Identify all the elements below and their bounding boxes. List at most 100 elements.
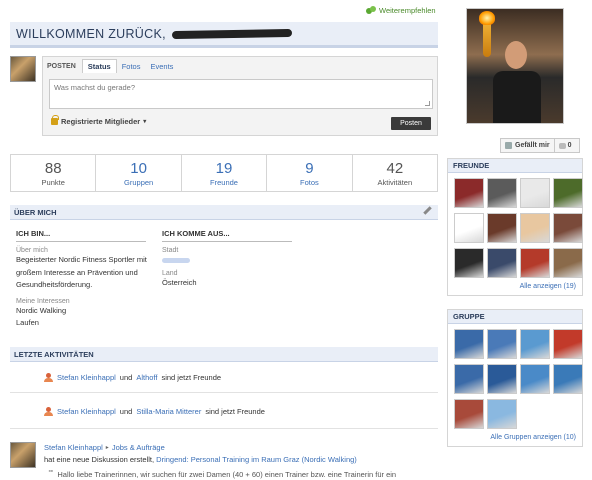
arrow-right-icon: ▸ xyxy=(105,445,109,451)
stats-bar: 88 Punkte 10 Gruppen 19 Freunde 9 Fotos … xyxy=(10,154,438,192)
stat-freunde[interactable]: 19 Freunde xyxy=(182,155,268,191)
avatar[interactable] xyxy=(10,442,36,468)
group-thumbnail[interactable] xyxy=(487,329,517,359)
groups-show-all-link[interactable]: Alle Gruppen anzeigen (10) xyxy=(448,429,582,446)
friends-show-all-link[interactable]: Alle anzeigen (19) xyxy=(448,278,582,295)
group-thumbnail[interactable] xyxy=(454,329,484,359)
about-section-header: ÜBER MICH xyxy=(10,205,438,220)
actor-link[interactable]: Stefan Kleinhappl xyxy=(57,373,116,382)
posten-label: POSTEN xyxy=(47,62,76,70)
post-button[interactable]: Posten xyxy=(391,117,431,130)
groups-panel: GRUPPE Alle Gruppen anzeigen (10) xyxy=(447,309,583,447)
friend-thumbnail[interactable] xyxy=(520,248,550,278)
quote-text: Hallo liebe Trainerinnen, wir suchen für… xyxy=(57,470,397,479)
group-thumbnail[interactable] xyxy=(454,364,484,394)
group-thumbnail[interactable] xyxy=(520,329,550,359)
friend-thumbnail[interactable] xyxy=(487,178,517,208)
friend-thumbnail[interactable] xyxy=(487,213,517,243)
group-thumbnail[interactable] xyxy=(553,329,583,359)
connector-text: und xyxy=(119,407,133,416)
groups-grid xyxy=(448,324,583,429)
stat-aktivitaeten: 42 Aktivitäten xyxy=(353,155,437,191)
stat-fotos[interactable]: 9 Fotos xyxy=(267,155,353,191)
stat-punkte: 88 Punkte xyxy=(11,155,97,191)
interest-item: Nordic Walking xyxy=(16,305,67,315)
recommend-label: Weiterempfehlen xyxy=(379,6,436,15)
friend-thumbnail[interactable] xyxy=(454,248,484,278)
country-link[interactable]: Österreich xyxy=(162,277,302,290)
tab-events[interactable]: Events xyxy=(145,60,178,73)
about-left-title: ICH BIN... xyxy=(16,229,146,242)
friend-icon xyxy=(44,373,53,382)
avatar[interactable] xyxy=(10,56,36,82)
discussion-item: Stefan Kleinhappl ▸ Jobs & Aufträge hat … xyxy=(44,443,439,479)
stat-value: 9 xyxy=(305,159,314,177)
welcome-banner: WILLKOMMEN ZURÜCK, xyxy=(10,22,438,48)
redacted-city xyxy=(162,258,190,263)
friend-thumbnail[interactable] xyxy=(454,178,484,208)
about-title: ÜBER MICH xyxy=(14,207,57,217)
discussion-link[interactable]: Dringend: Personal Training im Raum Graz… xyxy=(156,455,357,464)
interest-item: Laufen xyxy=(16,318,39,327)
activities-section-header: LETZTE AKTIVITÄTEN xyxy=(10,347,438,362)
country-label: Land xyxy=(162,270,178,277)
discussion-header: Stefan Kleinhappl ▸ Jobs & Aufträge xyxy=(44,443,439,452)
head-shape xyxy=(505,41,527,69)
composer-tabs: POSTEN Status Fotos Events xyxy=(43,57,437,75)
friend-thumbnail[interactable] xyxy=(520,213,550,243)
welcome-title: WILLKOMMEN ZURÜCK, xyxy=(16,26,166,41)
stat-gruppen[interactable]: 10 Gruppen xyxy=(96,155,182,191)
group-thumbnail[interactable] xyxy=(520,364,550,394)
privacy-select[interactable]: Registrierte Mitglieder ▾ xyxy=(51,115,147,126)
profile-photo[interactable] xyxy=(466,8,564,124)
friends-grid xyxy=(448,173,583,278)
target-link[interactable]: Stilla-Maria Mitterer xyxy=(136,407,201,416)
city-label: Stadt xyxy=(162,247,179,254)
actor-link[interactable]: Stefan Kleinhappl xyxy=(57,407,116,416)
friend-thumbnail[interactable] xyxy=(487,248,517,278)
groups-title: GRUPPE xyxy=(448,310,582,324)
comment-count[interactable]: 0 xyxy=(555,142,576,149)
divider xyxy=(10,392,438,393)
interests-label: Meine Interessen xyxy=(16,297,70,305)
about-right-title: ICH KOMME AUS... xyxy=(162,229,292,242)
about-text-line: Gesundheitsförderung. xyxy=(16,280,93,289)
friend-thumbnail[interactable] xyxy=(553,248,583,278)
like-button[interactable]: Gefällt mir xyxy=(501,139,555,152)
comment-count-value: 0 xyxy=(567,142,572,149)
recommend-link[interactable]: Weiterempfehlen xyxy=(366,6,436,15)
tab-status[interactable]: Status xyxy=(81,59,117,73)
divider xyxy=(10,428,438,429)
stat-label: Gruppen xyxy=(124,177,154,187)
comment-bubble-icon xyxy=(558,142,566,149)
shirt-shape xyxy=(493,71,541,123)
stat-label: Aktivitäten xyxy=(377,177,413,187)
group-thumbnail[interactable] xyxy=(553,364,583,394)
status-input[interactable]: Was machst du gerade? xyxy=(49,79,433,109)
activity-item: Stefan Kleinhappl und Stilla-Maria Mitte… xyxy=(44,407,265,416)
friend-icon xyxy=(44,407,53,416)
friend-thumbnail[interactable] xyxy=(553,213,583,243)
stat-value: 10 xyxy=(130,159,147,177)
resize-handle-icon[interactable] xyxy=(425,101,430,106)
share-icon xyxy=(366,6,376,15)
chevron-down-icon: ▾ xyxy=(143,119,147,125)
stat-label: Freunde xyxy=(210,177,238,187)
friend-thumbnail[interactable] xyxy=(553,178,583,208)
friend-thumbnail[interactable] xyxy=(520,178,550,208)
group-thumbnail[interactable] xyxy=(487,399,517,429)
group-thumbnail[interactable] xyxy=(487,364,517,394)
redacted-name xyxy=(171,28,292,39)
stat-label: Punkte xyxy=(41,177,65,187)
friend-thumbnail[interactable] xyxy=(454,213,484,243)
discussion-quote: ❝ Hallo liebe Trainerinnen, wir suchen f… xyxy=(44,470,439,479)
group-link[interactable]: Jobs & Aufträge xyxy=(112,443,165,452)
discussion-action: hat eine neue Diskussion erstellt, xyxy=(44,455,155,464)
target-link[interactable]: Althoff xyxy=(136,373,157,382)
activities-title: LETZTE AKTIVITÄTEN xyxy=(14,349,94,359)
about-text-line: großem Interesse an Prävention und xyxy=(16,267,138,277)
actor-link[interactable]: Stefan Kleinhappl xyxy=(44,443,103,452)
edit-pencil-icon[interactable] xyxy=(423,206,432,215)
tab-fotos[interactable]: Fotos xyxy=(117,60,146,73)
group-thumbnail[interactable] xyxy=(454,399,484,429)
